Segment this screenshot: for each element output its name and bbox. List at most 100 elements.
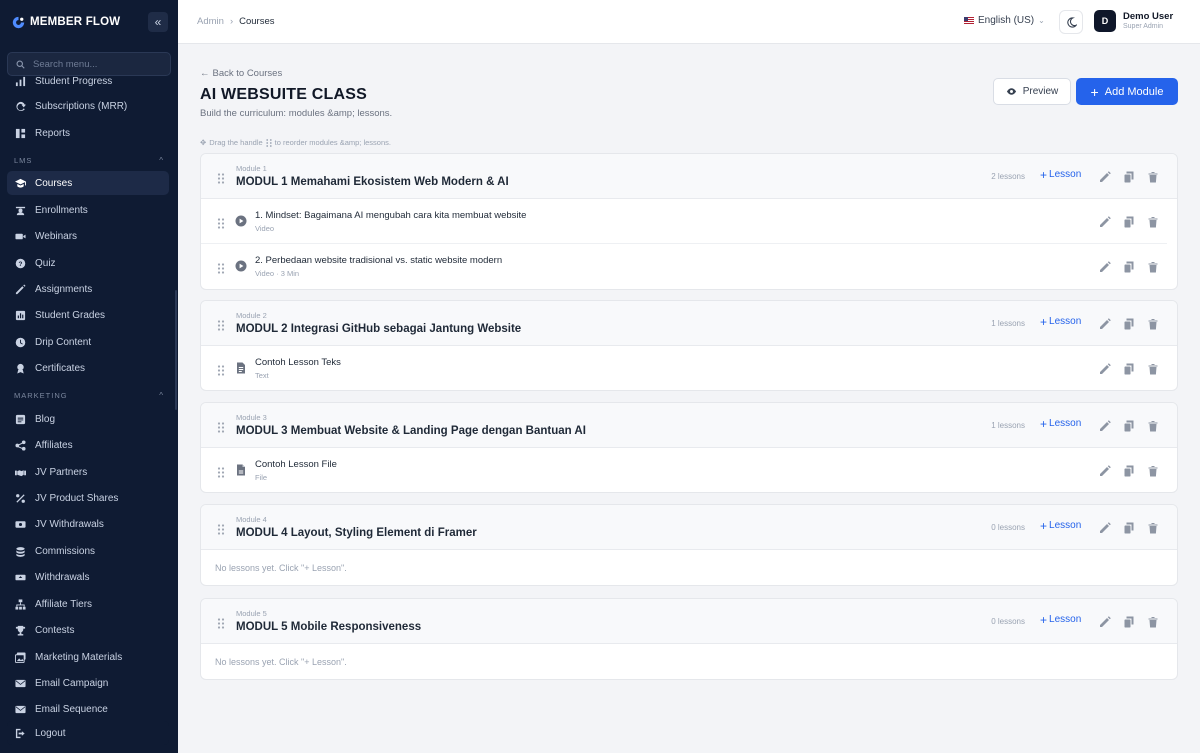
- trash-icon[interactable]: [1146, 362, 1159, 375]
- duplicate-icon[interactable]: [1122, 260, 1135, 273]
- withdraw-icon: [15, 572, 26, 583]
- theme-toggle-button[interactable]: [1059, 10, 1083, 34]
- sidebar-item-webinars[interactable]: Webinars: [7, 224, 169, 248]
- lesson-row[interactable]: Contoh Lesson Teks Text: [201, 346, 1167, 390]
- sidebar-section-marketing[interactable]: MARKETING ^: [14, 389, 164, 401]
- logout-button[interactable]: Logout: [7, 721, 169, 745]
- duplicate-icon[interactable]: [1122, 521, 1135, 534]
- preview-button[interactable]: Preview: [993, 78, 1071, 105]
- sidebar-item-marketing-materials[interactable]: Marketing Materials: [7, 645, 169, 669]
- edit-icon[interactable]: [1098, 615, 1111, 628]
- trash-icon[interactable]: [1146, 521, 1159, 534]
- trash-icon[interactable]: [1146, 170, 1159, 183]
- drag-handle-icon[interactable]: [217, 465, 225, 478]
- add-module-button[interactable]: + Add Module: [1076, 78, 1178, 105]
- duplicate-icon[interactable]: [1122, 170, 1135, 183]
- add-lesson-button[interactable]: + Lesson: [1040, 316, 1081, 328]
- lesson-actions: [1098, 362, 1159, 375]
- breadcrumb-admin[interactable]: Admin: [197, 16, 224, 27]
- sidebar-item-drip-content[interactable]: Drip Content: [7, 330, 169, 354]
- drag-handle-icon[interactable]: [217, 318, 225, 331]
- duplicate-icon[interactable]: [1122, 317, 1135, 330]
- sidebar-item-blog[interactable]: Blog: [7, 407, 169, 431]
- sidebar-item-label: Student Grades: [35, 309, 106, 321]
- sidebar-search[interactable]: [7, 52, 171, 76]
- add-lesson-button[interactable]: + Lesson: [1040, 418, 1081, 430]
- sidebar-item-student-grades[interactable]: Student Grades: [7, 303, 169, 327]
- edit-icon[interactable]: [1098, 260, 1111, 273]
- edit-icon[interactable]: [1098, 362, 1111, 375]
- chevron-up-icon: ^: [159, 155, 164, 165]
- reports-icon: [15, 128, 26, 139]
- module-number: Module 3: [236, 413, 267, 422]
- drag-handle-icon[interactable]: [217, 616, 225, 629]
- sidebar-header: MEMBER FLOW «: [0, 0, 178, 44]
- add-lesson-button[interactable]: + Lesson: [1040, 614, 1081, 626]
- back-to-courses-link[interactable]: ← Back to Courses: [200, 68, 282, 79]
- add-lesson-button[interactable]: + Lesson: [1040, 520, 1081, 532]
- sidebar-item-assignments[interactable]: Assignments: [7, 277, 169, 301]
- play-circle-icon: [235, 214, 247, 227]
- avatar: D: [1094, 10, 1116, 32]
- trash-icon[interactable]: [1146, 317, 1159, 330]
- sidebar-item-email-campaign[interactable]: Email Campaign: [7, 671, 169, 695]
- sidebar-section-lms[interactable]: LMS ^: [14, 154, 164, 166]
- sidebar-item-reports[interactable]: Reports: [7, 121, 169, 145]
- sidebar-item-enrollments[interactable]: Enrollments: [7, 198, 169, 222]
- drag-handle-icon[interactable]: [217, 171, 225, 184]
- trash-icon[interactable]: [1146, 615, 1159, 628]
- add-lesson-button[interactable]: + Lesson: [1040, 169, 1081, 181]
- lesson-row[interactable]: 1. Mindset: Bagaimana AI mengubah cara k…: [201, 199, 1167, 244]
- duplicate-icon[interactable]: [1122, 464, 1135, 477]
- drag-handle-icon[interactable]: [217, 420, 225, 433]
- edit-icon[interactable]: [1098, 419, 1111, 432]
- drag-handle-icon[interactable]: [217, 216, 225, 229]
- mail-icon: [15, 678, 26, 689]
- drag-handle-icon[interactable]: [217, 261, 225, 274]
- edit-icon[interactable]: [1098, 170, 1111, 183]
- drag-handle-icon[interactable]: [217, 363, 225, 376]
- user-menu[interactable]: D Demo User Super Admin: [1094, 10, 1173, 32]
- sidebar-item-jv-withdrawals[interactable]: JV Withdrawals: [7, 512, 169, 536]
- lesson-row[interactable]: 2. Perbedaan website tradisional vs. sta…: [201, 244, 1167, 289]
- duplicate-icon[interactable]: [1122, 215, 1135, 228]
- sidebar-item-certificates[interactable]: Certificates: [7, 356, 169, 380]
- language-label: English (US): [978, 15, 1035, 26]
- sidebar-item-contests[interactable]: Contests: [7, 618, 169, 642]
- play-circle-icon: [235, 259, 247, 272]
- sidebar-item-subscriptions[interactable]: Subscriptions (MRR): [7, 94, 169, 118]
- trash-icon[interactable]: [1146, 215, 1159, 228]
- trash-icon[interactable]: [1146, 260, 1159, 273]
- sidebar-item-label: Email Campaign: [35, 677, 109, 689]
- sidebar-item-email-sequence[interactable]: Email Sequence: [7, 697, 169, 721]
- sidebar-item-commissions[interactable]: Commissions: [7, 539, 169, 563]
- edit-icon[interactable]: [1098, 215, 1111, 228]
- sidebar-item-jv-product-shares[interactable]: JV Product Shares: [7, 486, 169, 510]
- sidebar-item-affiliates[interactable]: Affiliates: [7, 433, 169, 457]
- sidebar-item-withdrawals[interactable]: Withdrawals: [7, 565, 169, 589]
- sidebar-item-jv-partners[interactable]: JV Partners: [7, 460, 169, 484]
- edit-icon[interactable]: [1098, 317, 1111, 330]
- sidebar-item-courses[interactable]: Courses: [7, 171, 169, 195]
- language-selector[interactable]: English (US) ⌄: [964, 15, 1045, 26]
- trash-icon[interactable]: [1146, 464, 1159, 477]
- trash-icon[interactable]: [1146, 419, 1159, 432]
- blog-icon: [15, 414, 26, 425]
- edit-icon[interactable]: [1098, 521, 1111, 534]
- drag-handle-icon[interactable]: [217, 522, 225, 535]
- sidebar-item-label: Certificates: [35, 362, 86, 374]
- duplicate-icon[interactable]: [1122, 362, 1135, 375]
- duplicate-icon[interactable]: [1122, 419, 1135, 432]
- lesson-row[interactable]: Contoh Lesson File File: [201, 448, 1167, 492]
- edit-icon[interactable]: [1098, 464, 1111, 477]
- search-icon: [16, 59, 25, 69]
- search-menu-input[interactable]: [33, 58, 153, 70]
- sidebar-item-affiliate-tiers[interactable]: Affiliate Tiers: [7, 592, 169, 616]
- certificate-icon: [15, 363, 26, 374]
- duplicate-icon[interactable]: [1122, 615, 1135, 628]
- lesson-actions: [1098, 260, 1159, 273]
- sidebar-scrollbar[interactable]: [175, 290, 177, 410]
- sidebar-item-quiz[interactable]: ? Quiz: [7, 251, 169, 275]
- brand[interactable]: MEMBER FLOW: [12, 16, 120, 29]
- collapse-sidebar-button[interactable]: «: [148, 12, 168, 32]
